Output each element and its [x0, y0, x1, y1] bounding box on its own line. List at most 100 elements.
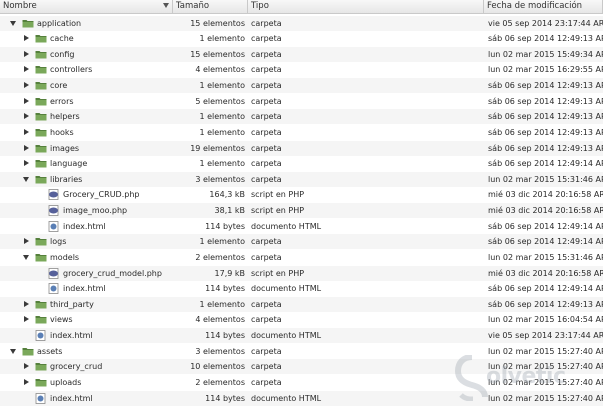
column-header-name[interactable]: Nombre — [0, 0, 173, 13]
name-cell: index.html — [0, 281, 173, 296]
name-label: index.html — [50, 331, 93, 341]
name-label: Grocery_CRUD.php — [63, 190, 140, 200]
expander-expanded-icon[interactable] — [10, 20, 16, 26]
date-cell: sáb 06 sep 2014 12:49:14 ART — [488, 221, 603, 231]
folder-row[interactable]: third_party 1 elemento carpeta sáb 06 sep 2… — [0, 296, 603, 312]
name-cell: language — [0, 156, 173, 171]
date-cell: lun 02 mar 2015 15:49:34 ART — [488, 49, 603, 59]
folder-row[interactable]: language 1 elemento carpeta sáb 06 sep 2014… — [0, 156, 603, 171]
name-label: config — [50, 49, 75, 59]
name-label: models — [50, 252, 80, 262]
expander-collapsed-icon[interactable] — [24, 97, 29, 104]
type-cell: carpeta — [251, 65, 282, 75]
size-cell: 15 elementos — [190, 18, 245, 28]
type-cell: carpeta — [251, 315, 282, 325]
folder-row[interactable]: logs 1 elemento carpeta sáb 06 sep 2014 12:… — [0, 234, 603, 250]
expander-collapsed-icon[interactable] — [24, 128, 29, 135]
type-cell: carpeta — [251, 252, 282, 262]
column-header-name-label: Nombre — [3, 1, 37, 11]
expander-collapsed-icon[interactable] — [24, 160, 29, 167]
folder-row[interactable]: helpers 1 elemento carpeta sáb 06 sep 2014 … — [0, 109, 603, 125]
php-file-icon — [48, 267, 59, 279]
size-cell: 1 elemento — [199, 299, 245, 309]
date-cell: mié 03 dic 2014 20:16:58 ART — [488, 206, 603, 216]
expander-collapsed-icon[interactable] — [24, 66, 29, 73]
expander-collapsed-icon[interactable] — [24, 50, 29, 57]
date-cell: vie 05 sep 2014 23:17:44 ART — [488, 18, 603, 28]
folder-row[interactable]: views 4 elementos carpeta lun 02 mar 2015 1… — [0, 312, 603, 327]
folder-icon — [35, 316, 47, 324]
folder-row[interactable]: libraries 3 elementos carpeta lun 02 mar 20… — [0, 171, 603, 187]
column-header-size[interactable]: Tamaño — [173, 0, 248, 13]
expander-collapsed-icon[interactable] — [24, 35, 29, 42]
folder-row[interactable]: config 15 elementos carpeta lun 02 mar 2015… — [0, 46, 603, 62]
file-row[interactable]: index.html 114 bytes documento HTML vie 05 … — [0, 328, 603, 344]
watermark-logo-icon — [454, 354, 488, 402]
name-cell: index.html — [0, 219, 173, 234]
size-cell: 114 bytes — [205, 284, 245, 294]
folder-row[interactable]: cache 1 elemento carpeta sáb 06 sep 2014 12… — [0, 31, 603, 46]
expander-collapsed-icon[interactable] — [24, 238, 29, 245]
type-cell: carpeta — [251, 34, 282, 44]
php-file-icon — [48, 205, 59, 216]
type-cell: carpeta — [251, 112, 282, 122]
size-cell: 1 elemento — [199, 127, 245, 137]
expander-expanded-icon[interactable] — [23, 254, 29, 260]
name-cell: index.html — [0, 391, 173, 406]
name-label: index.html — [50, 393, 93, 403]
name-label: hooks — [50, 127, 74, 137]
folder-icon — [35, 253, 47, 262]
type-cell: script en PHP — [251, 206, 305, 216]
name-label: core — [50, 81, 68, 91]
name-cell: controllers — [0, 62, 173, 77]
expander-collapsed-icon[interactable] — [24, 82, 29, 89]
type-cell: carpeta — [251, 237, 282, 247]
name-label: views — [50, 315, 73, 325]
type-cell: documento HTML — [251, 331, 322, 341]
sort-descending-icon — [163, 3, 169, 8]
folder-row[interactable]: controllers 4 elementos carpeta lun 02 mar … — [0, 62, 603, 77]
name-label: index.html — [63, 284, 106, 294]
type-cell: carpeta — [251, 18, 282, 28]
size-cell: 1 elemento — [199, 34, 245, 44]
date-cell: sáb 06 sep 2014 12:49:13 ART — [488, 112, 603, 122]
name-cell: third_party — [0, 297, 173, 312]
expander-collapsed-icon[interactable] — [24, 300, 29, 307]
folder-row[interactable]: hooks 1 elemento carpeta sáb 06 sep 2014 12… — [0, 125, 603, 140]
name-label: image_moo.php — [63, 206, 128, 216]
file-row[interactable]: grocery_crud_model.php 17,9 kB script en P… — [0, 265, 603, 281]
name-cell: errors — [0, 94, 173, 109]
expander-collapsed-icon[interactable] — [24, 363, 29, 370]
expander-expanded-icon[interactable] — [10, 348, 16, 354]
folder-row[interactable]: images 19 elementos carpeta sáb 06 sep 2014… — [0, 140, 603, 156]
folder-row[interactable]: application 15 elementos carpeta vie 05 sep… — [0, 15, 603, 31]
file-row[interactable]: index.html 114 bytes documento HTML sáb 06 … — [0, 281, 603, 296]
date-cell: lun 02 mar 2015 15:31:46 ART — [488, 252, 603, 262]
folder-icon — [35, 35, 47, 43]
type-cell: carpeta — [251, 81, 282, 91]
name-label: cache — [50, 34, 74, 44]
folder-row[interactable]: core 1 elemento carpeta sáb 06 sep 2014 12:… — [0, 78, 603, 94]
column-header-type[interactable]: Tipo — [248, 0, 484, 13]
file-row[interactable]: image_moo.php 38,1 kB script en PHP mié 03 … — [0, 203, 603, 219]
type-cell: script en PHP — [251, 190, 305, 200]
expander-expanded-icon[interactable] — [23, 176, 29, 182]
date-cell: lun 02 mar 2015 16:29:55 ART — [488, 65, 603, 75]
expander-collapsed-icon[interactable] — [24, 378, 29, 385]
file-row[interactable]: index.html 114 bytes documento HTML sáb 06 … — [0, 219, 603, 234]
file-row[interactable]: Grocery_CRUD.php 164,3 kB script en PHP mié… — [0, 187, 603, 202]
column-header-size-label: Tamaño — [176, 1, 210, 11]
expander-collapsed-icon[interactable] — [24, 316, 29, 323]
size-cell: 1 elemento — [199, 81, 245, 91]
name-cell: helpers — [0, 109, 173, 124]
name-cell: uploads — [0, 375, 173, 390]
column-header-date[interactable]: Fecha de modificación — [484, 0, 603, 13]
expander-collapsed-icon[interactable] — [24, 144, 29, 151]
folder-row[interactable]: models 2 elementos carpeta lun 02 mar 2015 … — [0, 250, 603, 265]
name-cell: Grocery_CRUD.php — [0, 187, 173, 202]
name-cell: images — [0, 141, 173, 156]
expander-collapsed-icon[interactable] — [24, 113, 29, 120]
folder-row[interactable]: errors 5 elementos carpeta sáb 06 sep 2014 … — [0, 94, 603, 109]
size-cell: 4 elementos — [195, 315, 245, 325]
name-label: uploads — [50, 377, 82, 387]
